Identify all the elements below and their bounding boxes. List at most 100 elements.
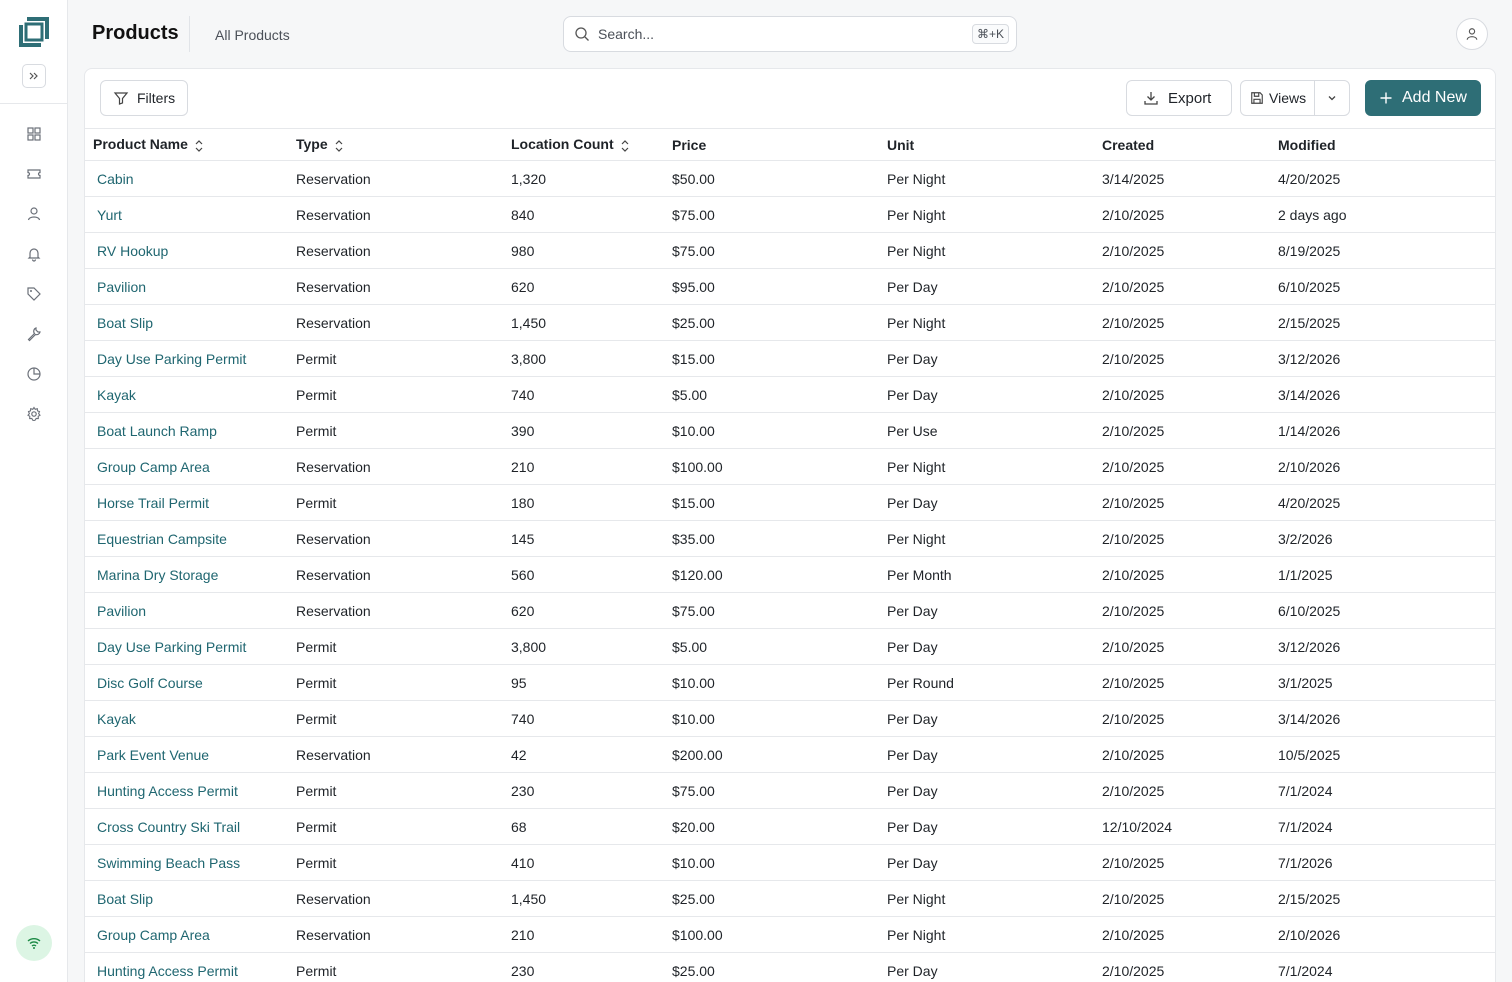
product-name-link[interactable]: Boat Launch Ramp [85,412,296,449]
table-row[interactable]: Pavilion Reservation 620 $95.00 Per Day 2/10/… [85,268,1495,305]
sidebar-item-notifications[interactable] [24,244,44,264]
add-new-button[interactable]: Add New [1365,80,1481,116]
product-name-link[interactable]: Boat Slip [85,304,296,341]
sidebar-item-users[interactable] [24,204,44,224]
unit-cell: Per Use [887,412,1102,449]
product-name-link[interactable]: Cross Country Ski Trail [85,808,296,845]
product-name-link[interactable]: Cabin [85,160,296,197]
created-cell: 2/10/2025 [1102,628,1278,665]
column-header-modified[interactable]: Modified [1278,128,1495,161]
table-row[interactable]: Boat Slip Reservation 1,450 $25.00 Per Night… [85,880,1495,917]
price-cell: $50.00 [672,160,887,197]
product-name-link[interactable]: Boat Slip [85,880,296,917]
table-row[interactable]: Cross Country Ski Trail Permit 68 $20.00 Per… [85,808,1495,845]
price-cell: $10.00 [672,844,887,881]
location-count-cell: 42 [511,736,672,773]
product-name-link[interactable]: Hunting Access Permit [85,952,296,982]
table-row[interactable]: Kayak Permit 740 $5.00 Per Day 2/10/2025 3/14/… [85,376,1495,413]
product-name-link[interactable]: Group Camp Area [85,448,296,485]
app-logo[interactable] [17,15,51,49]
views-button[interactable]: Views [1240,80,1350,116]
column-header-price[interactable]: Price [672,128,887,161]
table-row[interactable]: Day Use Parking Permit Permit 3,800 $5.00 Pe… [85,628,1495,665]
sidebar-item-tickets[interactable] [24,164,44,184]
sidebar-item-dashboard[interactable] [24,124,44,144]
table-row[interactable]: Hunting Access Permit Permit 230 $75.00 Per … [85,772,1495,809]
type-cell: Permit [296,700,511,737]
sidebar-item-tools[interactable] [24,324,44,344]
table-row[interactable]: Equestrian Campsite Reservation 145 $35.00 P… [85,520,1495,557]
sidebar-item-reports[interactable] [24,364,44,384]
product-name-link[interactable]: Kayak [85,376,296,413]
sidebar-item-products[interactable] [24,284,44,304]
column-header-location-count[interactable]: Location Count [511,128,672,161]
product-name-link[interactable]: Day Use Parking Permit [85,628,296,665]
table-row[interactable]: Swimming Beach Pass Permit 410 $10.00 Per Da… [85,844,1495,881]
location-count-cell: 210 [511,448,672,485]
product-name-link[interactable]: Park Event Venue [85,736,296,773]
product-name-link[interactable]: Group Camp Area [85,916,296,953]
modified-cell: 4/20/2025 [1278,160,1495,197]
table-row[interactable]: Boat Slip Reservation 1,450 $25.00 Per Night… [85,304,1495,341]
product-name-link[interactable]: Hunting Access Permit [85,772,296,809]
created-cell: 2/10/2025 [1102,952,1278,982]
table-row[interactable]: Group Camp Area Reservation 210 $100.00 Per … [85,916,1495,953]
product-name-link[interactable]: Swimming Beach Pass [85,844,296,881]
table-row[interactable]: Hunting Access Permit Permit 230 $25.00 Per … [85,952,1495,982]
pie-chart-icon [27,367,41,381]
unit-cell: Per Night [887,880,1102,917]
column-header-unit[interactable]: Unit [887,128,1102,161]
product-name-link[interactable]: Kayak [85,700,296,737]
column-header-product-name[interactable]: Product Name [85,128,296,161]
filters-button[interactable]: Filters [100,80,188,116]
modified-cell: 3/12/2026 [1278,628,1495,665]
product-name-link[interactable]: Disc Golf Course [85,664,296,701]
product-name-link[interactable]: Horse Trail Permit [85,484,296,521]
unit-cell: Per Day [887,340,1102,377]
column-header-type[interactable]: Type [296,128,511,161]
breadcrumb[interactable]: All Products [215,27,290,43]
type-cell: Permit [296,376,511,413]
modified-cell: 8/19/2025 [1278,232,1495,269]
expand-sidebar-button[interactable] [22,64,46,88]
connection-status-badge[interactable] [16,925,52,961]
product-name-link[interactable]: Pavilion [85,268,296,305]
product-name-link[interactable]: Day Use Parking Permit [85,340,296,377]
column-header-label: Type [296,136,328,153]
table-row[interactable]: Pavilion Reservation 620 $75.00 Per Day 2/10/… [85,592,1495,629]
table-row[interactable]: Disc Golf Course Permit 95 $10.00 Per Round 2… [85,664,1495,701]
export-button[interactable]: Export [1126,80,1232,116]
search-input[interactable] [598,23,928,45]
price-cell: $75.00 [672,196,887,233]
sort-icon[interactable] [620,139,630,153]
type-cell: Reservation [296,520,511,557]
sort-icon[interactable] [334,139,344,153]
table-row[interactable]: RV Hookup Reservation 980 $75.00 Per Night 2/… [85,232,1495,269]
created-cell: 2/10/2025 [1102,340,1278,377]
product-name-link[interactable]: Marina Dry Storage [85,556,296,593]
chevron-down-icon[interactable] [1325,91,1339,105]
table-row[interactable]: Cabin Reservation 1,320 $50.00 Per Night 3/14… [85,160,1495,197]
table-row[interactable]: Yurt Reservation 840 $75.00 Per Night 2/10/20… [85,196,1495,233]
table-row[interactable]: Horse Trail Permit Permit 180 $15.00 Per Day… [85,484,1495,521]
type-cell: Permit [296,808,511,845]
product-name-link[interactable]: Pavilion [85,592,296,629]
table-row[interactable]: Day Use Parking Permit Permit 3,800 $15.00 P… [85,340,1495,377]
table-row[interactable]: Marina Dry Storage Reservation 560 $120.00 P… [85,556,1495,593]
product-name-link[interactable]: RV Hookup [85,232,296,269]
product-name-link[interactable]: Yurt [85,196,296,233]
sort-icon[interactable] [194,139,204,153]
product-name-link[interactable]: Equestrian Campsite [85,520,296,557]
table-row[interactable]: Park Event Venue Reservation 42 $200.00 Per … [85,736,1495,773]
column-header-created[interactable]: Created [1102,128,1278,161]
sidebar-divider [0,103,68,104]
table-row[interactable]: Boat Launch Ramp Permit 390 $10.00 Per Use 2/… [85,412,1495,449]
modified-cell: 2/15/2025 [1278,304,1495,341]
user-avatar-button[interactable] [1456,18,1488,50]
column-header-label: Product Name [93,136,188,153]
table-row[interactable]: Kayak Permit 740 $10.00 Per Day 2/10/2025 3/14… [85,700,1495,737]
location-count-cell: 3,800 [511,340,672,377]
table-row[interactable]: Group Camp Area Reservation 210 $100.00 Per … [85,448,1495,485]
sidebar-item-settings[interactable] [24,404,44,424]
search-bar[interactable]: ⌘+K [563,16,1017,52]
